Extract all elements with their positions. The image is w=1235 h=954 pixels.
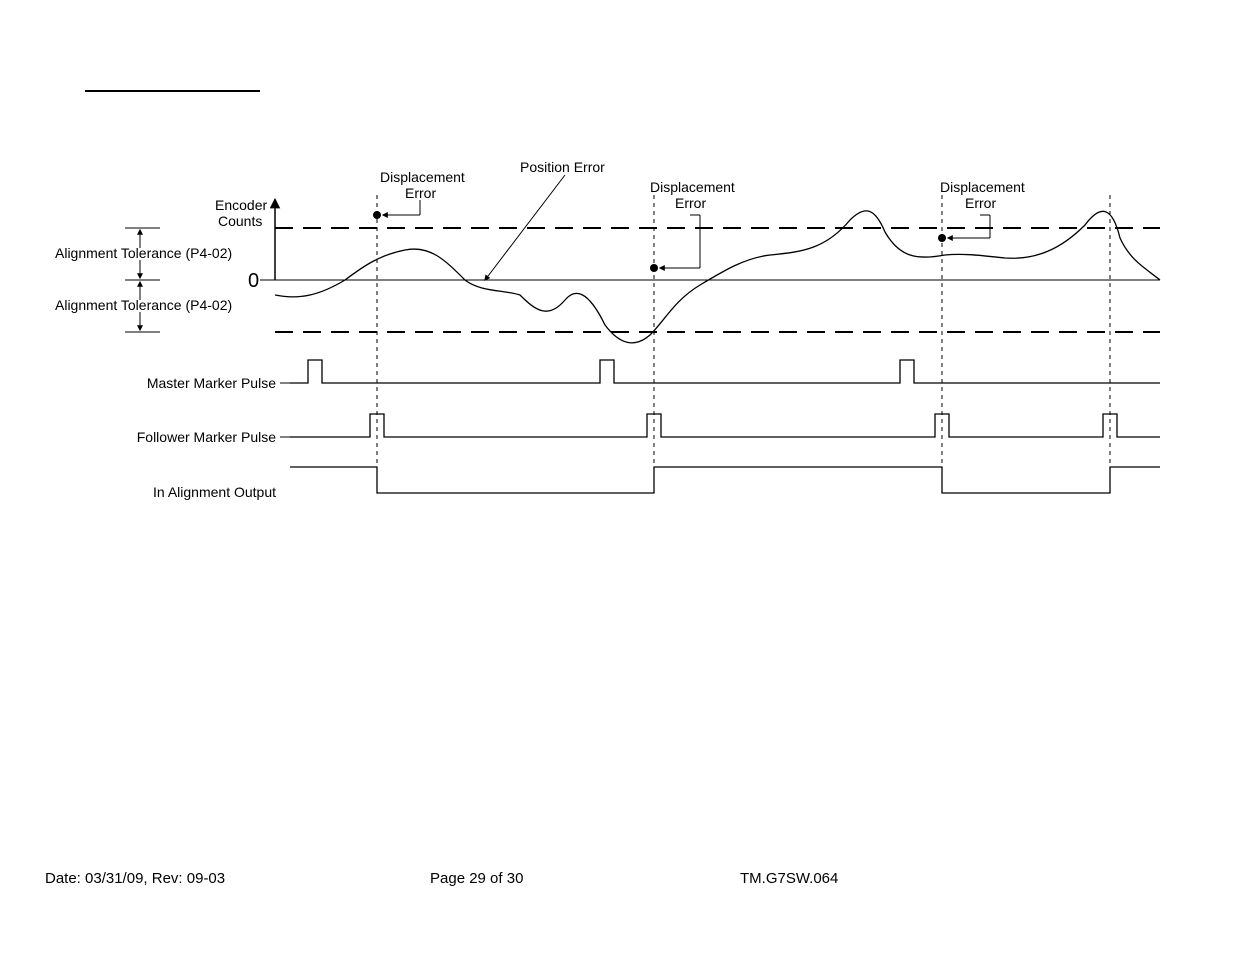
label-displacement-error-3a: Displacement: [940, 179, 1025, 195]
footer: Date: 03/31/09, Rev: 09-03 Page 29 of 30…: [0, 870, 1235, 900]
label-position-error: Position Error: [520, 159, 605, 175]
label-displacement-error-2b: Error: [675, 195, 706, 211]
footer-date: Date: 03/31/09, Rev: 09-03: [45, 870, 225, 887]
label-displacement-error-1b: Error: [405, 185, 436, 201]
footer-doc: TM.G7SW.064: [740, 870, 838, 887]
label-zero: 0: [248, 270, 259, 292]
label-encoder-counts-2: Counts: [218, 213, 262, 229]
label-alignment-tolerance-upper: Alignment Tolerance (P4-02): [55, 245, 232, 261]
label-alignment-tolerance-lower: Alignment Tolerance (P4-02): [55, 297, 232, 313]
footer-page: Page 29 of 30: [430, 870, 523, 887]
label-encoder-counts-1: Encoder: [215, 197, 267, 213]
label-displacement-error-3b: Error: [965, 195, 996, 211]
label-displacement-error-1a: Displacement: [380, 169, 465, 185]
label-follower-marker: Follower Marker Pulse: [137, 429, 276, 445]
label-displacement-error-2a: Displacement: [650, 179, 735, 195]
label-master-marker: Master Marker Pulse: [147, 375, 276, 391]
label-in-alignment: In Alignment Output: [153, 484, 276, 500]
timing-diagram: Encoder Counts 0 Alignment Tolerance (P4…: [0, 0, 1235, 954]
